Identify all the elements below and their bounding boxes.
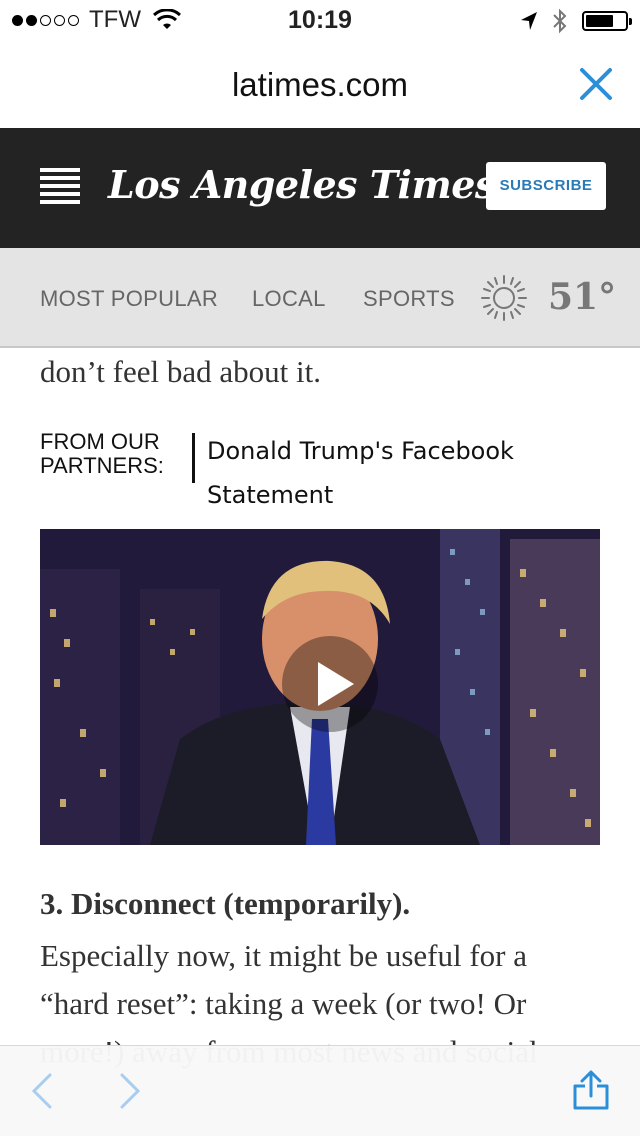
- nav-item-most-popular[interactable]: MOST POPULAR: [40, 286, 218, 312]
- share-icon[interactable]: [572, 1070, 610, 1110]
- play-icon[interactable]: [280, 634, 380, 734]
- partners-divider: [192, 433, 195, 483]
- section-nav: MOST POPULAR LOCAL SPORTS: [0, 248, 640, 348]
- article-section-heading: 3. Disconnect (temporarily).: [40, 886, 411, 921]
- nav-item-sports[interactable]: SPORTS: [363, 286, 455, 312]
- bluetooth-icon: [553, 8, 567, 34]
- url-text[interactable]: latimes.com: [0, 66, 640, 104]
- partner-link[interactable]: Donald Trump's Facebook Statement: [207, 429, 587, 517]
- forward-icon[interactable]: [116, 1072, 144, 1110]
- location-arrow-icon: [521, 12, 537, 30]
- browser-toolbar: [0, 1045, 640, 1136]
- status-right: [520, 8, 632, 34]
- article-lead-text: don’t feel bad about it.: [40, 354, 321, 389]
- site-masthead: Los Angeles Times SUBSCRIBE: [0, 128, 640, 248]
- battery-level: [586, 15, 613, 27]
- sun-icon[interactable]: [478, 272, 530, 324]
- nav-item-local[interactable]: LOCAL: [252, 286, 326, 312]
- site-logo[interactable]: Los Angeles Times: [108, 162, 496, 207]
- battery-icon: [582, 11, 632, 31]
- temperature[interactable]: 51°: [548, 276, 616, 318]
- close-icon[interactable]: [578, 66, 614, 102]
- article-paragraph-line-2: “hard reset”: taking a week (or two! Or: [40, 986, 527, 1021]
- back-icon[interactable]: [28, 1072, 56, 1110]
- browser-url-bar: latimes.com: [0, 40, 640, 128]
- article-paragraph-line-1: Especially now, it might be useful for a: [40, 938, 527, 973]
- status-bar: TFW 10:19: [0, 0, 640, 40]
- menu-icon[interactable]: [40, 168, 80, 204]
- partners-label: FROM OUR PARTNERS:: [40, 429, 164, 478]
- subscribe-button[interactable]: SUBSCRIBE: [486, 162, 606, 210]
